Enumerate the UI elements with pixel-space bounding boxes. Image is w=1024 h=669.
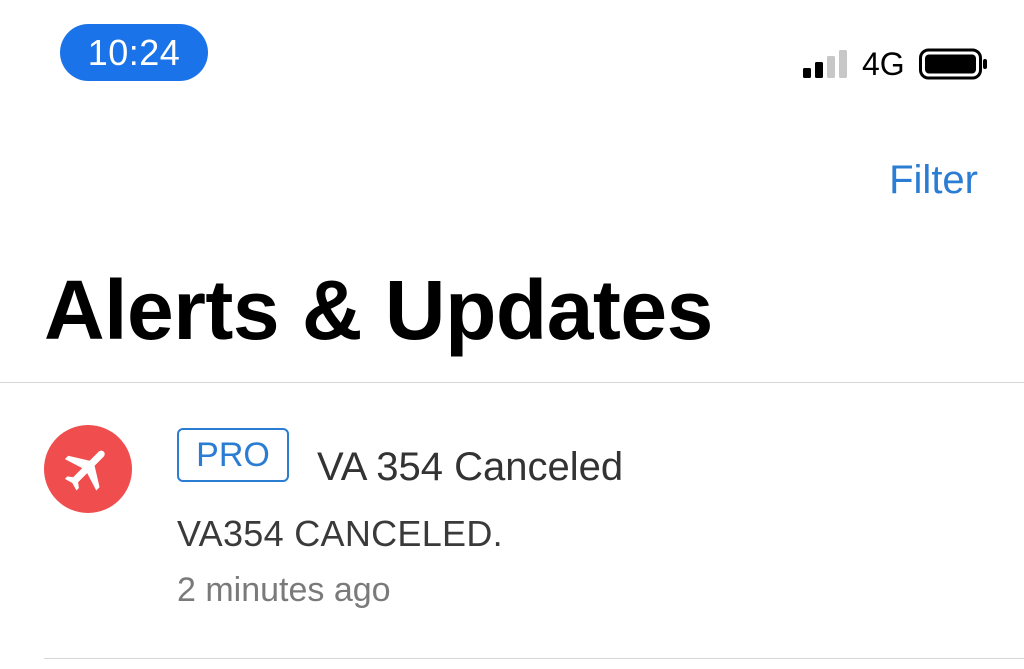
divider bbox=[44, 658, 1024, 659]
battery-icon bbox=[919, 48, 987, 80]
network-type: 4G bbox=[862, 46, 905, 82]
status-bar: 10:24 4G bbox=[0, 0, 1024, 100]
filter-button[interactable]: Filter bbox=[889, 158, 978, 203]
airplane-icon bbox=[64, 450, 105, 491]
pro-badge: PRO bbox=[177, 428, 289, 482]
signal-strength-icon bbox=[803, 50, 847, 78]
page-title: Alerts & Updates bbox=[44, 263, 713, 357]
alert-icon-circle bbox=[44, 425, 132, 513]
alert-timestamp: 2 minutes ago bbox=[177, 571, 391, 609]
status-time[interactable]: 10:24 bbox=[60, 24, 208, 81]
alert-title: VA 354 Canceled bbox=[317, 445, 624, 489]
alert-message: VA354 CANCELED. bbox=[177, 513, 503, 554]
alert-list-item[interactable]: PRO VA 354 Canceled VA354 CANCELED. 2 mi… bbox=[0, 383, 1024, 658]
